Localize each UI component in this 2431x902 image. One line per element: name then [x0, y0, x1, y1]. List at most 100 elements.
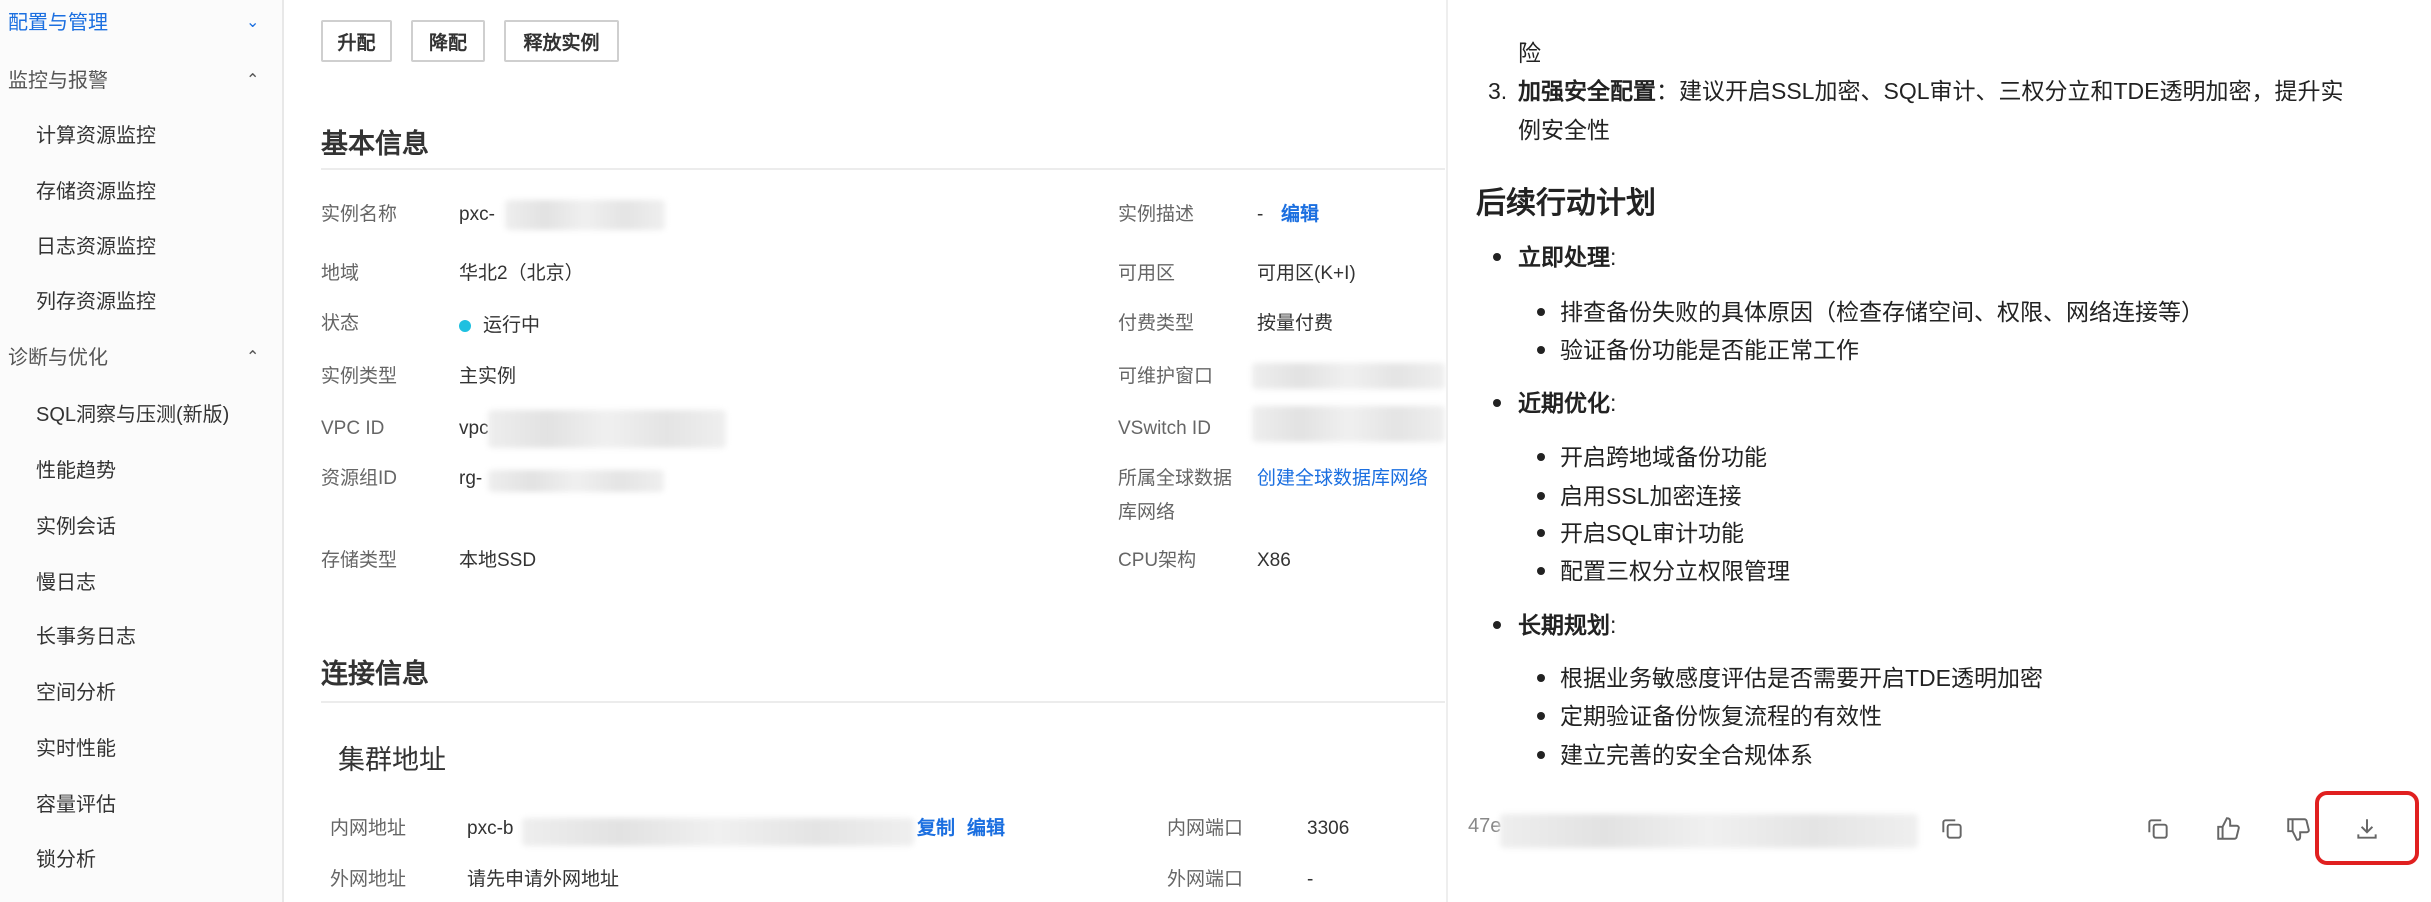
- sidebar-item[interactable]: 列存资源监控: [36, 288, 156, 316]
- sidebar-item[interactable]: 监控与报警: [8, 67, 108, 95]
- instance-desc-value: -: [1257, 204, 1264, 225]
- public-address-value: 请先申请外网地址: [467, 869, 620, 890]
- redacted: [505, 200, 665, 230]
- plan-group-label: 长期规划: [1518, 612, 1610, 638]
- copy-icon[interactable]: [1932, 809, 1972, 849]
- text-continuation: 险: [1518, 40, 1541, 66]
- release-instance-button[interactable]: 释放实例: [504, 20, 619, 62]
- downgrade-button[interactable]: 降配: [411, 20, 485, 62]
- thumbs-up-icon[interactable]: [2208, 809, 2248, 849]
- instance-name-label: 实例名称: [321, 204, 398, 225]
- plan-item: 定期验证备份恢复流程的有效性: [1560, 703, 1882, 729]
- list-item-3: 加强安全配置：建议开启SSL加密、SQL审计、三权分立和TDE透明加密，提升实: [1518, 75, 2344, 107]
- chevron-up-icon[interactable]: ⌃: [246, 347, 259, 367]
- list-item-3-title: 加强安全配置: [1518, 78, 1656, 104]
- sidebar-item[interactable]: 慢日志: [36, 569, 96, 597]
- vswitch-id-label: VSwitch ID: [1118, 418, 1211, 439]
- status-value: 运行中: [483, 315, 541, 336]
- edit-link[interactable]: 编辑: [967, 815, 1005, 843]
- divider: [321, 701, 1445, 703]
- bullet-icon: [1537, 308, 1545, 316]
- sidebar-item[interactable]: 日志资源监控: [36, 233, 156, 261]
- private-port-value: 3306: [1307, 818, 1350, 839]
- divider: [321, 168, 1445, 170]
- redacted: [488, 470, 664, 492]
- instance-type-value: 主实例: [459, 366, 517, 387]
- billing-label: 付费类型: [1118, 313, 1195, 334]
- list-item-3-cont: 例安全性: [1518, 117, 1610, 143]
- bullet-icon: [1537, 567, 1545, 575]
- plan-item: 建立完善的安全合规体系: [1560, 742, 1813, 768]
- cpu-arch-label: CPU架构: [1118, 550, 1197, 571]
- list-number: 3.: [1488, 78, 1508, 104]
- basic-info-title: 基本信息: [321, 129, 429, 159]
- bullet-icon: [1537, 453, 1545, 461]
- bullet-icon: [1537, 346, 1545, 354]
- bullet-icon: [1537, 674, 1545, 682]
- plan-item: 开启跨地域备份功能: [1560, 444, 1767, 470]
- sidebar-item[interactable]: 长事务日志: [36, 623, 136, 651]
- plan-item: 根据业务敏感度评估是否需要开启TDE透明加密: [1560, 665, 2043, 691]
- sidebar-item[interactable]: 实例会话: [36, 513, 116, 541]
- sidebar-item[interactable]: 锁分析: [36, 846, 96, 874]
- chevron-up-icon[interactable]: ⌃: [246, 70, 259, 90]
- public-port-value: -: [1307, 869, 1314, 890]
- status-dot-icon: [459, 319, 471, 332]
- redacted: [488, 410, 726, 448]
- private-address-value: pxc-b: [467, 818, 514, 839]
- plan-group-title: 近期优化:: [1518, 387, 1616, 419]
- sidebar-item[interactable]: SQL洞察与压测(新版): [36, 401, 229, 429]
- colon: :: [1610, 390, 1617, 416]
- action-plan-heading: 后续行动计划: [1476, 187, 1656, 220]
- sidebar-item[interactable]: 存储资源监控: [36, 178, 156, 206]
- plan-item: 启用SSL加密连接: [1560, 483, 1742, 509]
- gdn-label: 所属全球数据: [1118, 468, 1233, 489]
- maintenance-window-label: 可维护窗口: [1118, 366, 1214, 387]
- cpu-arch-value: X86: [1257, 550, 1291, 571]
- desc-edit-link[interactable]: 编辑: [1281, 201, 1319, 229]
- plan-group-title: 长期规划:: [1518, 609, 1616, 641]
- bullet-icon: [1493, 621, 1501, 629]
- cluster-address-title: 集群地址: [338, 745, 446, 775]
- sidebar-item[interactable]: 性能趋势: [36, 457, 116, 485]
- public-port-label: 外网端口: [1167, 869, 1244, 890]
- plan-group-title: 立即处理:: [1518, 241, 1616, 273]
- colon: :: [1610, 244, 1617, 270]
- status-badge: 运行中: [459, 312, 540, 340]
- bullet-icon: [1537, 529, 1545, 537]
- chevron-down-icon[interactable]: ⌄: [246, 12, 259, 32]
- bullet-icon: [1493, 253, 1501, 261]
- sidebar-item[interactable]: 配置与管理: [8, 9, 108, 37]
- upgrade-button[interactable]: 升配: [321, 20, 392, 62]
- copy-link[interactable]: 复制: [917, 815, 955, 843]
- connection-info-title: 连接信息: [321, 659, 429, 689]
- sidebar-item[interactable]: 容量评估: [36, 791, 116, 819]
- sidebar-item[interactable]: 实时性能: [36, 735, 116, 763]
- bullet-icon: [1537, 751, 1545, 759]
- instance-desc-label: 实例描述: [1118, 204, 1195, 225]
- bullet-icon: [1537, 492, 1545, 500]
- gdn-label-cont: 库网络: [1118, 502, 1176, 523]
- message-id: 47e: [1468, 815, 1502, 837]
- resource-group-label: 资源组ID: [321, 468, 398, 489]
- sidebar-item[interactable]: 诊断与优化: [8, 344, 108, 372]
- region-label: 地域: [321, 263, 360, 284]
- redacted: [522, 818, 914, 846]
- plan-item: 排查备份失败的具体原因（检查存储空间、权限、网络连接等）: [1560, 299, 2204, 325]
- plan-group-label: 近期优化: [1518, 390, 1610, 416]
- storage-type-label: 存储类型: [321, 550, 398, 571]
- sidebar-item[interactable]: 计算资源监控: [36, 122, 156, 150]
- bullet-icon: [1537, 712, 1545, 720]
- region-value: 华北2（北京）: [459, 263, 584, 284]
- instance-type-label: 实例类型: [321, 366, 398, 387]
- redacted: [1500, 814, 1918, 848]
- storage-type-value: 本地SSD: [459, 550, 537, 571]
- thumbs-down-icon[interactable]: [2278, 809, 2318, 849]
- sidebar-item[interactable]: 空间分析: [36, 679, 116, 707]
- billing-value: 按量付费: [1257, 313, 1334, 334]
- status-label: 状态: [321, 313, 360, 334]
- vpc-id-value: vpc: [459, 418, 489, 439]
- copy-icon[interactable]: [2138, 809, 2178, 849]
- create-gdn-link[interactable]: 创建全球数据库网络: [1257, 465, 1445, 493]
- plan-item: 开启SQL审计功能: [1560, 520, 1745, 546]
